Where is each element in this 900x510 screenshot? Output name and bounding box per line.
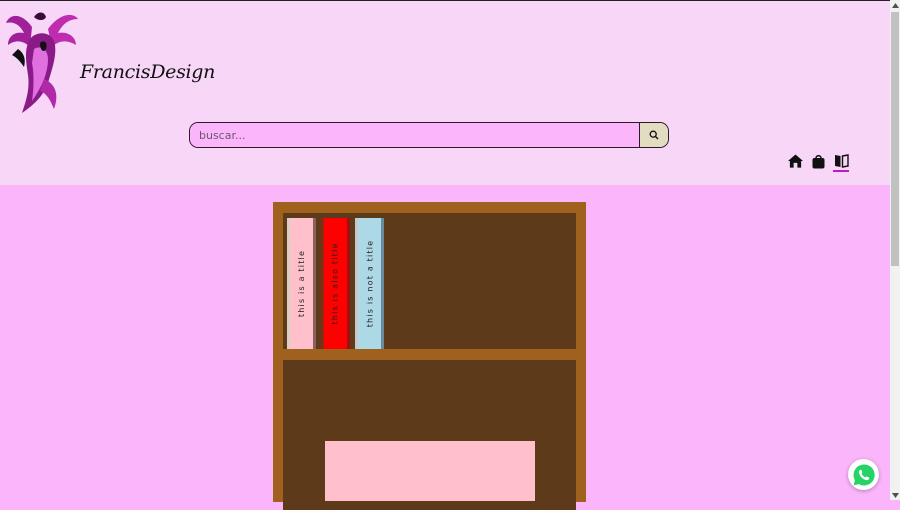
nav-catalog[interactable] (833, 153, 849, 172)
scroll-down-arrow-icon[interactable] (890, 490, 900, 500)
search-button[interactable] (639, 123, 668, 147)
search-icon (649, 130, 659, 140)
site-header: FrancisDesign (0, 1, 890, 185)
shopping-bag-icon (812, 154, 824, 168)
book-1-title: this is a title (297, 249, 307, 318)
shelf-top-compartment: this is a title this is also title this … (283, 213, 576, 349)
search-bar (189, 122, 669, 148)
whatsapp-icon (853, 463, 875, 485)
book-3-title: this is not a title (365, 239, 375, 328)
scroll-thumb[interactable] (891, 12, 899, 266)
vertical-scrollbar[interactable] (890, 0, 900, 500)
phoenix-logo-icon (6, 12, 78, 113)
search-input[interactable] (190, 123, 639, 147)
scroll-up-arrow-icon[interactable] (890, 0, 900, 10)
nav-shop[interactable] (810, 153, 826, 169)
book-3[interactable]: this is not a title (355, 218, 384, 349)
whatsapp-chat-button[interactable] (848, 459, 879, 490)
brand-name: FrancisDesign (80, 61, 216, 83)
nav-home[interactable] (787, 153, 803, 169)
book-2-title: this is also title (331, 242, 341, 325)
book-open-icon (834, 154, 849, 168)
main-nav (787, 153, 849, 172)
brand-logo[interactable]: FrancisDesign (4, 9, 215, 119)
shelf-drawer[interactable] (325, 441, 535, 501)
book-2[interactable]: this is also title (321, 218, 350, 349)
book-1[interactable]: this is a title (287, 218, 316, 349)
home-icon (787, 154, 803, 168)
